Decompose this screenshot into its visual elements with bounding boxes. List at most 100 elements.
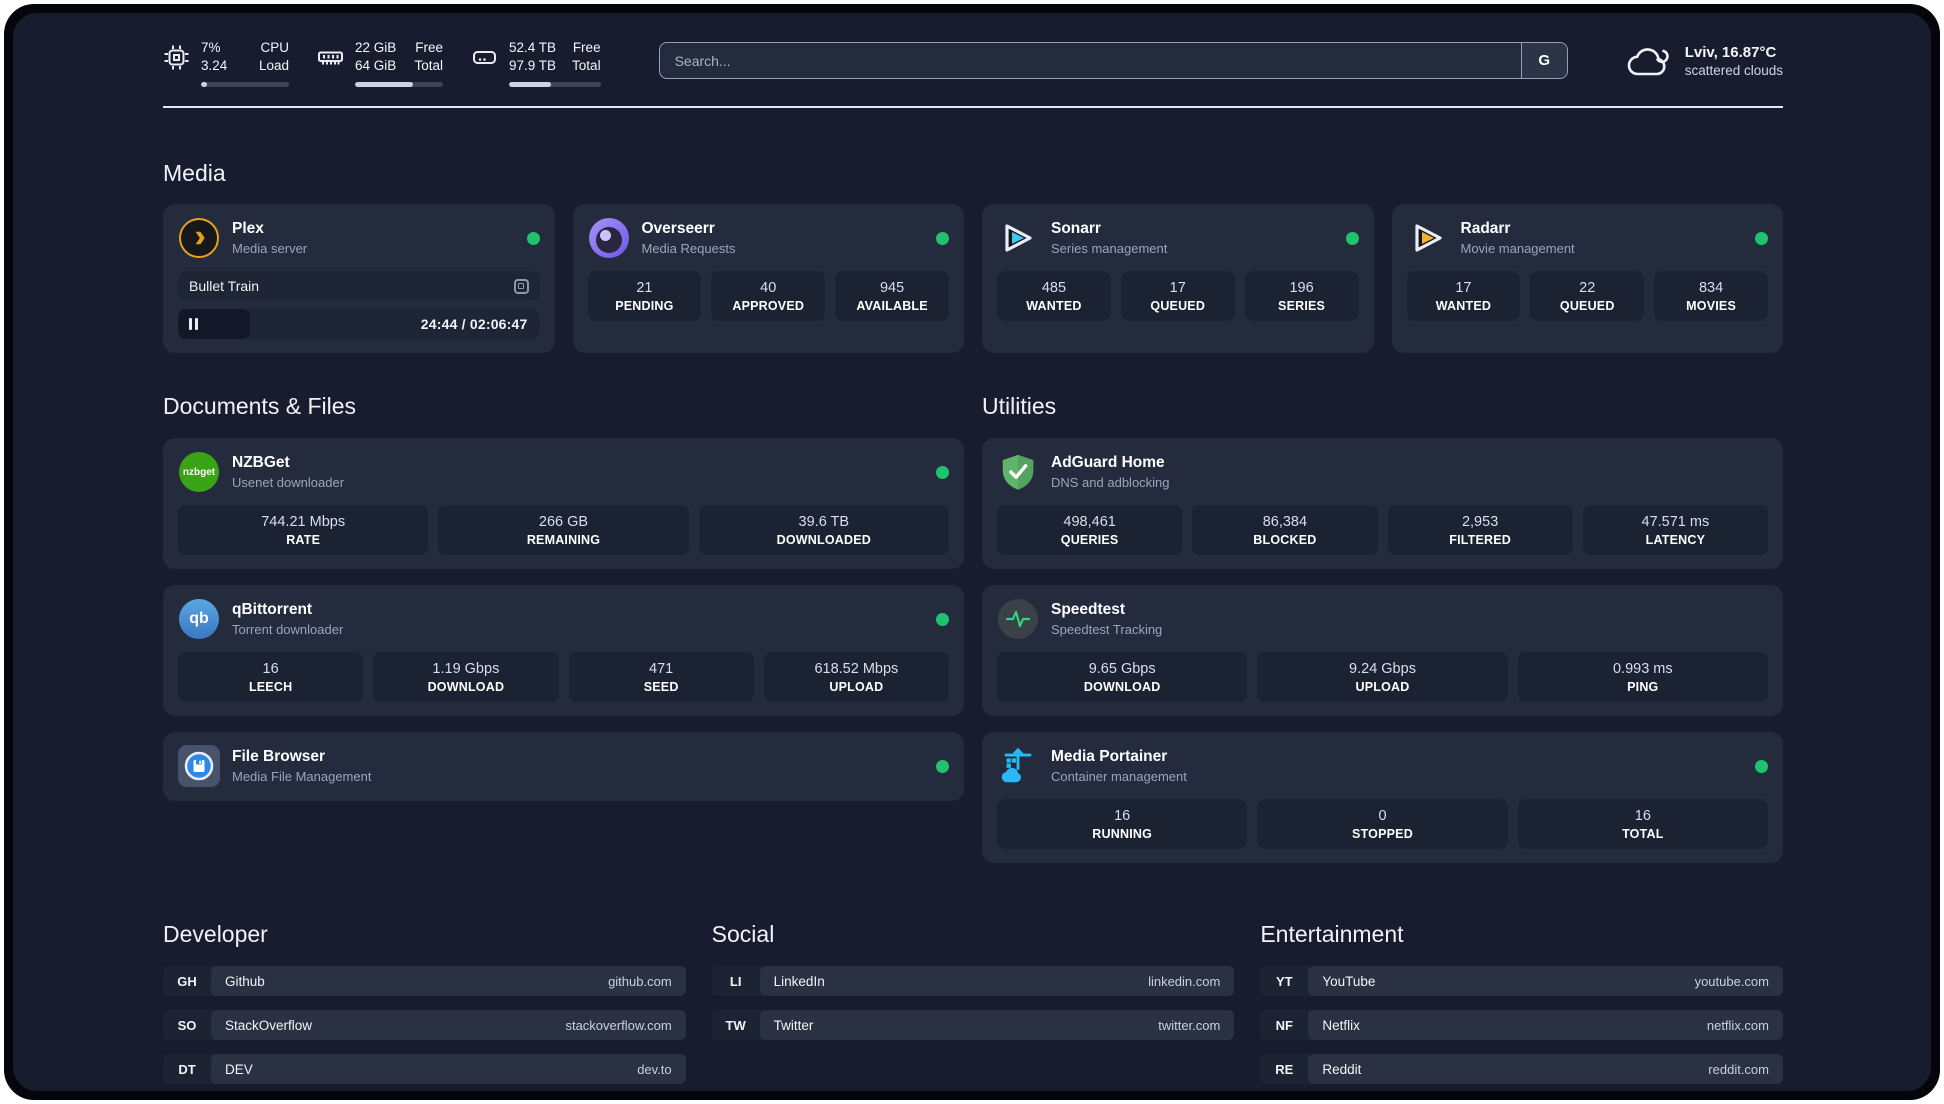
ram-free-label: Free: [415, 40, 443, 55]
qbittorrent-icon: qb: [178, 598, 220, 640]
link-netflix[interactable]: NF Netflix netflix.com: [1260, 1010, 1783, 1041]
qbittorrent-card[interactable]: qb qBittorrent Torrent downloader 16 LEE…: [163, 585, 964, 717]
link-github[interactable]: GH Github github.com: [163, 966, 686, 997]
stat-tile: 47.571 ms LATENCY: [1582, 505, 1768, 556]
status-dot: [936, 612, 949, 626]
stat-value: 485: [1041, 280, 1067, 297]
link-url: twitter.com: [1158, 1017, 1221, 1033]
link-abbr: TW: [725, 1017, 746, 1033]
sonarr-icon: [997, 217, 1039, 259]
status-dot: [1755, 231, 1768, 245]
link-stackoverflow[interactable]: SO StackOverflow stackoverflow.com: [163, 1010, 686, 1041]
status-dot: [936, 759, 949, 773]
stat-label: WANTED: [1026, 299, 1082, 314]
stat-value: 0: [1378, 808, 1387, 825]
disk-widget: 52.4 TB 97.9 TB Free Total: [471, 39, 601, 88]
stat-label: RUNNING: [1092, 827, 1153, 842]
stat-value: 17: [1455, 280, 1472, 297]
link-bar: Reddit reddit.com: [1308, 1054, 1783, 1085]
adguard-card[interactable]: AdGuard Home DNS and adblocking 498,461 …: [982, 438, 1783, 570]
now-playing-bar: Bullet Train: [178, 271, 540, 302]
overseerr-card[interactable]: Overseerr Media Requests 21 PENDING 40 A…: [572, 204, 964, 354]
playback-progress-bar[interactable]: 24:44 / 02:06:47: [178, 309, 540, 340]
link-url: dev.to: [637, 1061, 672, 1077]
link-abbr: DT: [178, 1061, 196, 1077]
stat-value: 16: [1114, 808, 1131, 825]
status-dot: [936, 465, 949, 479]
stat-value: 2,953: [1461, 514, 1499, 531]
stat-tile: 86,384 BLOCKED: [1192, 505, 1378, 556]
sonarr-card[interactable]: Sonarr Series management 485 WANTED 17 Q…: [982, 204, 1374, 354]
playback-elapsed: [178, 309, 251, 340]
stat-value: 0.993 ms: [1612, 661, 1673, 678]
link-name: Netflix: [1322, 1017, 1360, 1033]
stat-value: 39.6 TB: [798, 514, 850, 531]
ram-icon: [318, 51, 343, 65]
stat-label: FILTERED: [1449, 533, 1512, 548]
card-title: Sonarr: [1051, 220, 1101, 238]
stat-tile: 17 WANTED: [1406, 271, 1521, 322]
stat-tile: 17 QUEUED: [1120, 271, 1235, 322]
portainer-card[interactable]: Media Portainer Container management 16 …: [982, 732, 1783, 864]
weather-location-temp: Lviv, 16.87°C: [1684, 44, 1777, 61]
link-youtube[interactable]: YT YouTube youtube.com: [1260, 966, 1783, 997]
card-subtitle: Media File Management: [232, 769, 372, 785]
disk-icon: [473, 51, 496, 64]
stat-value: 22: [1579, 280, 1596, 297]
stat-value: 196: [1289, 280, 1314, 297]
stat-label: BLOCKED: [1253, 533, 1317, 548]
search-bar[interactable]: G: [658, 42, 1568, 79]
search-input[interactable]: [659, 43, 1521, 78]
disk-progress-bar: [509, 82, 601, 88]
stat-label: LATENCY: [1645, 533, 1706, 548]
stat-tile: 16 RUNNING: [997, 799, 1248, 850]
stat-value: 471: [649, 661, 674, 678]
stat-tile: 485 WANTED: [997, 271, 1111, 322]
cpu-label: CPU: [260, 40, 289, 55]
stat-tile: 498,461 QUERIES: [997, 505, 1183, 556]
link-dev-to[interactable]: DT DEV dev.to: [163, 1054, 686, 1085]
link-twitter[interactable]: TW Twitter twitter.com: [711, 1010, 1235, 1041]
nzbget-card[interactable]: nzbget NZBGet Usenet downloader 744.21 M…: [163, 438, 964, 570]
cloud-icon: [1627, 48, 1669, 76]
filebrowser-card[interactable]: File Browser Media File Management: [163, 732, 964, 802]
filebrowser-icon: [178, 745, 220, 788]
stat-value: 47.571 ms: [1641, 514, 1710, 531]
stat-tile: 196 SERIES: [1244, 271, 1359, 322]
stat-tile: 9.24 Gbps UPLOAD: [1257, 652, 1508, 703]
stat-value: 945: [879, 280, 905, 297]
link-name: LinkedIn: [773, 973, 825, 989]
stat-tile: 16 LEECH: [178, 652, 364, 703]
section-title-utilities: Utilities: [982, 393, 1057, 420]
link-bar: StackOverflow stackoverflow.com: [211, 1010, 686, 1041]
stat-value: 834: [1698, 280, 1724, 297]
stat-label: TOTAL: [1622, 827, 1664, 842]
card-subtitle: Speedtest Tracking: [1051, 622, 1163, 638]
stat-value: 16: [262, 661, 279, 678]
status-dot: [1345, 231, 1359, 245]
link-abbr: SO: [177, 1017, 197, 1033]
link-abbr: RE: [1275, 1061, 1294, 1077]
link-reddit[interactable]: RE Reddit reddit.com: [1260, 1054, 1783, 1085]
link-url: linkedin.com: [1148, 973, 1221, 989]
weather-widget: Lviv, 16.87°C scattered clouds: [1626, 41, 1783, 81]
card-title: File Browser: [232, 748, 326, 766]
link-bar: DEV dev.to: [211, 1054, 686, 1085]
link-abbr: NF: [1275, 1017, 1293, 1033]
stop-icon[interactable]: [513, 278, 529, 294]
stat-value: 744.21 Mbps: [261, 514, 346, 531]
card-title: Media Portainer: [1051, 748, 1168, 766]
card-title: qBittorrent: [232, 601, 313, 619]
radarr-card[interactable]: Radarr Movie management 17 WANTED 22 QUE…: [1391, 204, 1783, 354]
search-engine-button[interactable]: G: [1520, 43, 1567, 78]
link-linkedin[interactable]: LI LinkedIn linkedin.com: [711, 966, 1235, 997]
stat-label: QUEUED: [1150, 299, 1206, 314]
stat-label: PING: [1627, 680, 1659, 695]
pause-icon[interactable]: [189, 318, 198, 331]
section-title-social: Social: [711, 921, 775, 948]
plex-card[interactable]: Plex Media server Bullet Train 24:44 / 0…: [163, 204, 555, 354]
stat-value: 40: [760, 280, 777, 297]
status-dot: [936, 231, 949, 245]
section-title-media: Media: [163, 160, 226, 187]
speedtest-card[interactable]: Speedtest Speedtest Tracking 9.65 Gbps D…: [982, 585, 1783, 717]
